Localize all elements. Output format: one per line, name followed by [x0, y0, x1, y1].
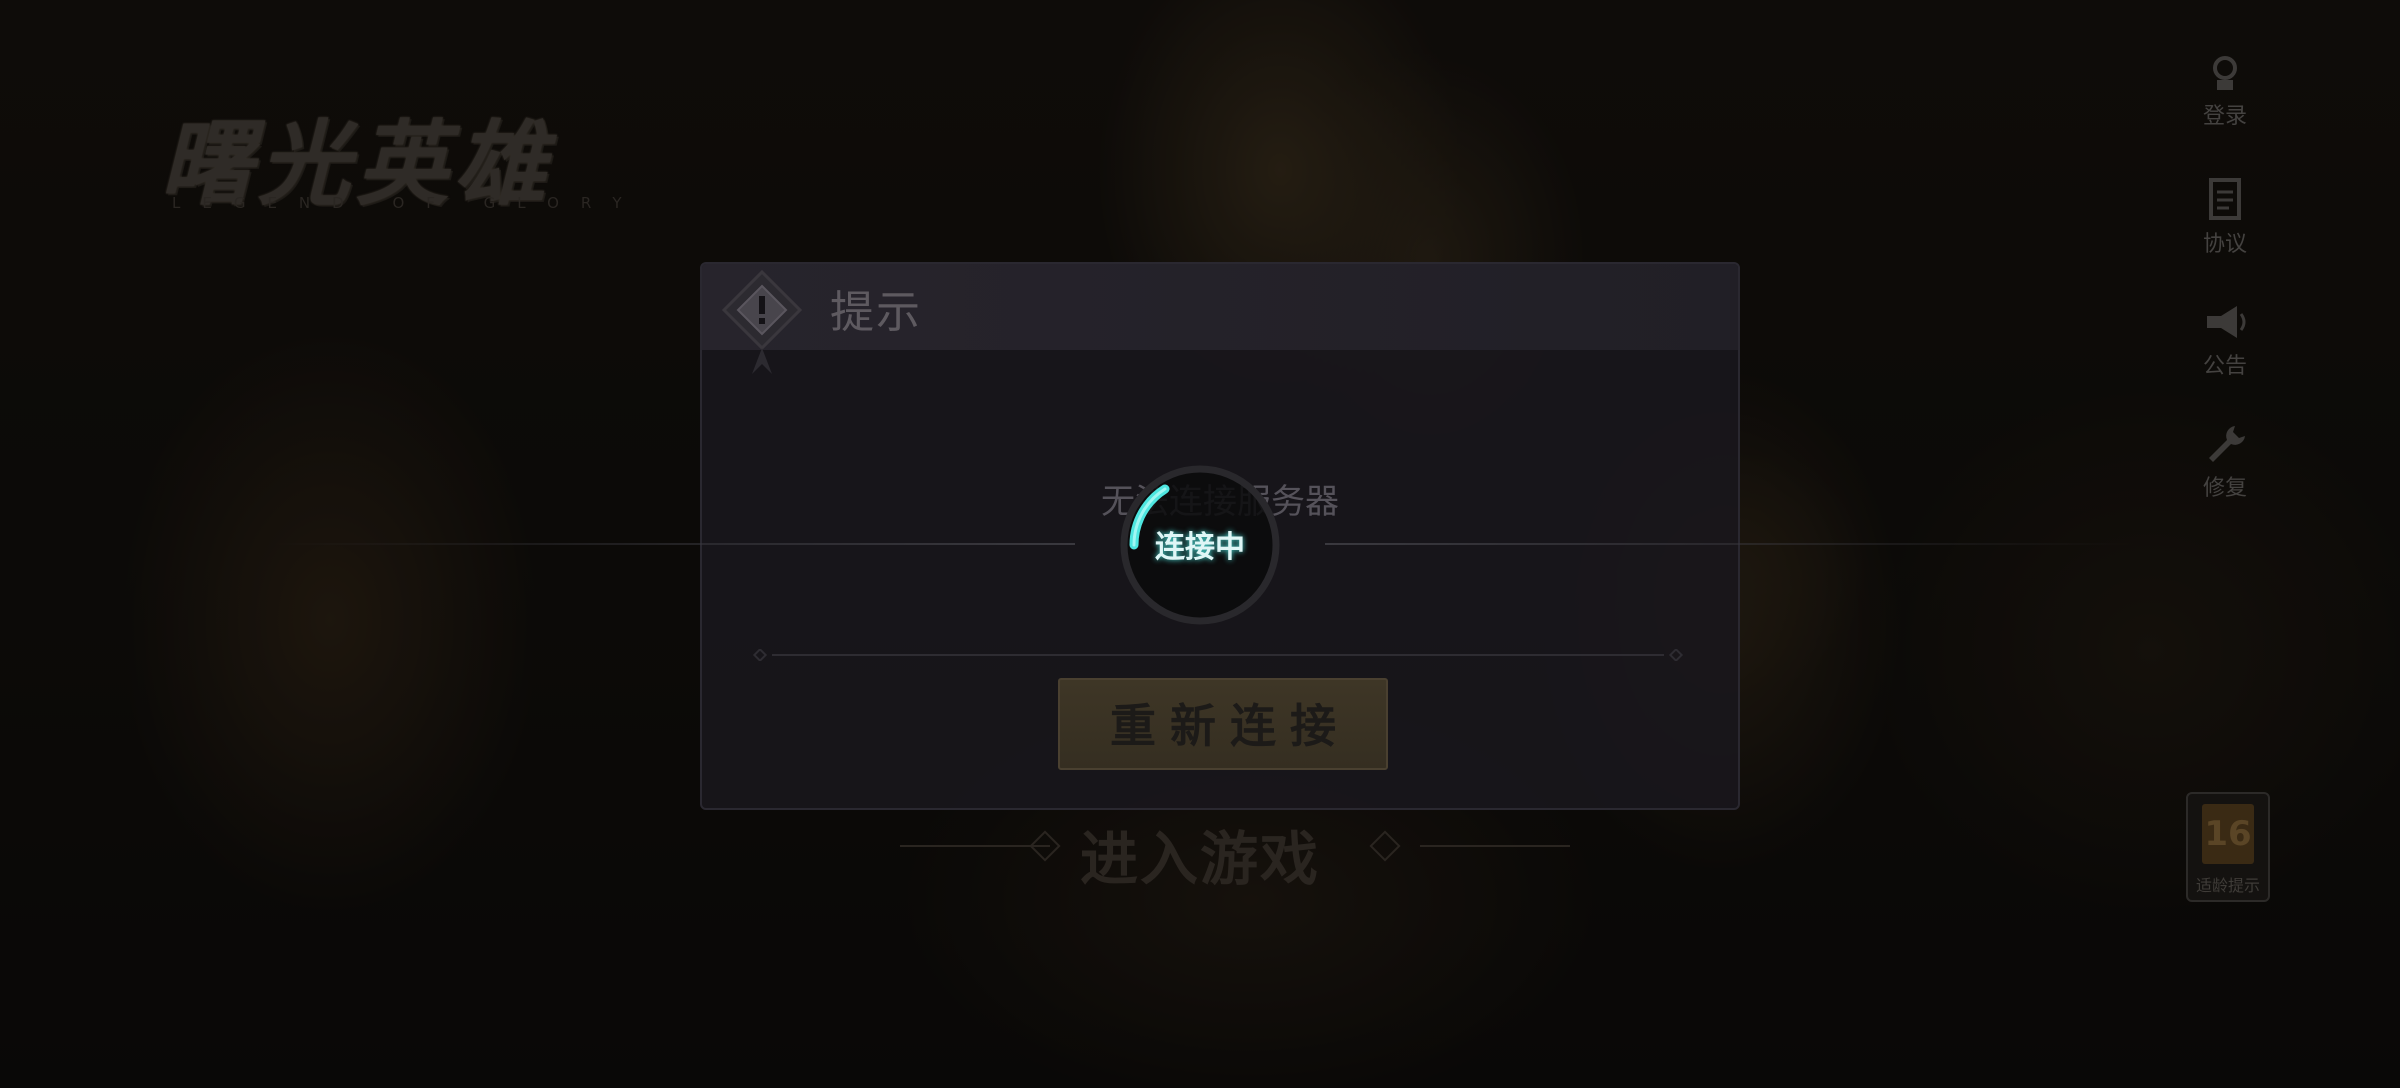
age-rating-caption: 适龄提示: [2195, 876, 2260, 895]
age-rating-number: 16: [2202, 804, 2254, 864]
loading-line-right: [1325, 543, 2135, 545]
loading-label: 连接中: [1155, 530, 1245, 565]
login-button[interactable]: 登录: [2180, 52, 2270, 142]
wrench-icon: [2180, 420, 2270, 468]
document-icon: [2180, 176, 2270, 224]
agreement-button[interactable]: 协议: [2180, 176, 2270, 266]
repair-button[interactable]: 修复: [2180, 420, 2270, 510]
megaphone-icon: [2180, 298, 2270, 346]
enter-game-decoration-right: [1420, 845, 1570, 847]
repair-label: 修复: [2202, 476, 2247, 501]
dialog-divider: [752, 649, 1684, 661]
agreement-label: 协议: [2202, 232, 2247, 257]
enter-game-button[interactable]: 进入游戏: [1080, 812, 1320, 896]
warning-icon: [702, 264, 832, 384]
age-rating-badge[interactable]: 16 适龄提示: [2186, 792, 2270, 902]
enter-game-decoration-left: [900, 845, 1050, 847]
loading-line-left: [270, 543, 1075, 545]
reconnect-button[interactable]: 重新连接: [1058, 678, 1388, 770]
dialog-title: 提示: [830, 287, 922, 338]
logo-subtitle: LEGEND OF GLORY: [172, 194, 644, 212]
notice-label: 公告: [2202, 354, 2247, 379]
game-screen: 曙光英雄 LEGEND OF GLORY 登录 协议 公告 修复 16 适龄提示…: [0, 0, 2400, 1088]
account-icon: [2180, 52, 2270, 96]
game-logo: 曙光英雄 LEGEND OF GLORY: [150, 90, 670, 220]
notice-button[interactable]: 公告: [2180, 298, 2270, 388]
login-label: 登录: [2202, 104, 2247, 129]
